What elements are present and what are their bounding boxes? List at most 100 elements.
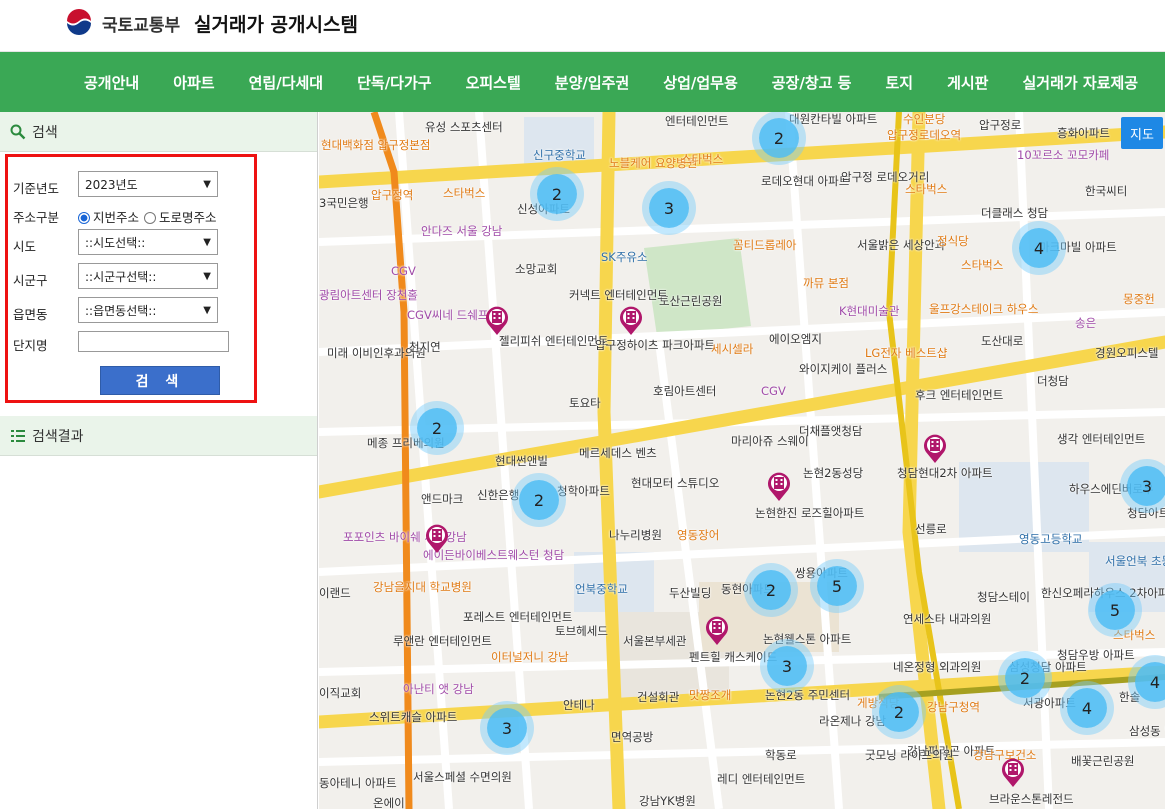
radio-selected-icon[interactable] xyxy=(78,212,90,224)
poi-label: 엔터테인먼트 xyxy=(665,114,729,128)
poi-label: 라온제나 강남 xyxy=(819,714,887,728)
sigungu-select[interactable]: ::시군구선택:: ▼ xyxy=(78,263,218,289)
cluster-marker[interactable]: 2 xyxy=(417,408,457,448)
nav-item-factory[interactable]: 공장/창고 등 xyxy=(772,72,852,93)
poi-label: 이랜드 xyxy=(319,586,351,600)
nav-item-info[interactable]: 공개안내 xyxy=(84,72,139,93)
list-icon xyxy=(11,429,25,442)
apartment-marker-icon[interactable] xyxy=(767,472,791,502)
nav-item-data[interactable]: 실거래가 자료제공 xyxy=(1022,72,1138,93)
dong-label: 읍면동 xyxy=(13,307,48,322)
poi-label: 스타벅스 xyxy=(443,186,486,200)
poi-label: LG전자 베스트샵 xyxy=(865,346,948,360)
poi-label: 송은 xyxy=(1075,316,1097,330)
poi-label: 굿모닝 라이프의원 xyxy=(865,748,954,762)
poi-label: 루앤란 엔터테인먼트 xyxy=(393,634,492,648)
chevron-down-icon: ▼ xyxy=(203,236,211,248)
poi-label: 펜트힐 캐스케이드 xyxy=(689,650,778,664)
apartment-marker-icon[interactable] xyxy=(705,616,729,646)
poi-label: 대원칸타빌 아파트 xyxy=(789,112,878,126)
cluster-marker[interactable]: 2 xyxy=(1005,658,1045,698)
poi-label: 영동장어 xyxy=(677,528,720,542)
poi-label: 논현웰스톤 아파트 xyxy=(763,632,852,646)
apartment-marker-icon[interactable] xyxy=(425,524,449,554)
poi-label: 연세스타 내과의원 xyxy=(903,612,992,626)
nav-item-board[interactable]: 게시판 xyxy=(947,72,988,93)
sigungu-label: 시군구 xyxy=(13,273,48,288)
government-emblem-icon[interactable] xyxy=(64,8,94,38)
apartment-marker-icon[interactable] xyxy=(485,306,509,336)
chevron-down-icon: ▼ xyxy=(203,304,211,316)
poi-label: 정식당 xyxy=(937,234,969,248)
apartment-marker-icon[interactable] xyxy=(619,306,643,336)
poi-label: 더채플앳청담 xyxy=(799,424,863,438)
poi-label: 청학아파트 xyxy=(557,484,610,498)
chevron-down-icon: ▼ xyxy=(203,270,211,282)
cluster-marker[interactable]: 2 xyxy=(519,480,559,520)
apartment-marker-icon[interactable] xyxy=(923,434,947,464)
nav-item-apartment[interactable]: 아파트 xyxy=(173,72,214,93)
poi-label: 마리아쥬 스웨이 xyxy=(731,434,809,448)
station-label: 압구정로데오역 xyxy=(887,128,962,142)
cluster-marker[interactable]: 3 xyxy=(487,708,527,748)
cluster-marker[interactable]: 3 xyxy=(767,646,807,686)
cluster-marker[interactable]: 5 xyxy=(817,566,857,606)
search-button[interactable]: 검 색 xyxy=(100,366,220,395)
sido-select[interactable]: ::시도선택:: ▼ xyxy=(78,229,218,255)
poi-label: 청담아트 xyxy=(1127,506,1165,520)
poi-label: 소망교회 xyxy=(515,262,558,276)
radio-icon[interactable] xyxy=(144,212,156,224)
poi-label: 와이지케이 플러스 xyxy=(799,362,888,376)
system-title[interactable]: 실거래가 공개시스템 xyxy=(194,10,358,37)
year-select[interactable]: 2023년도 ▼ xyxy=(78,171,218,197)
poi-label: K현대미술관 xyxy=(839,304,900,318)
ministry-name[interactable]: 국토교통부 xyxy=(102,11,180,36)
cluster-marker[interactable]: 3 xyxy=(649,188,689,228)
map-type-toggle[interactable]: 지도 xyxy=(1121,117,1163,149)
results-panel-title: 검색결과 xyxy=(32,428,84,445)
cluster-marker[interactable]: 4 xyxy=(1067,688,1107,728)
poi-label: 신한은행 xyxy=(477,488,520,502)
road-label: 선릉로 xyxy=(915,522,947,536)
dong-select[interactable]: ::읍면동선택:: ▼ xyxy=(78,297,218,323)
poi-label: 세시셀라 xyxy=(711,342,754,356)
sidebar: 검색 기준년도 2023년도 ▼ 주소구분 지번주소 도로명주소 시도 ::시도… xyxy=(0,112,318,809)
nav-item-presale[interactable]: 분양/입주권 xyxy=(555,72,629,93)
search-panel-title: 검색 xyxy=(32,124,58,141)
apartment-marker-icon[interactable] xyxy=(1001,758,1025,788)
poi-label: 논현2동성당 xyxy=(803,466,864,480)
poi-label: SK주유소 xyxy=(601,250,648,264)
poi-label: 메르세데스 벤츠 xyxy=(579,446,657,460)
poi-label: 안다즈 서울 강남 xyxy=(421,224,503,238)
nav-item-detached[interactable]: 단독/다가구 xyxy=(357,72,431,93)
year-value: 2023년도 xyxy=(85,177,138,192)
cluster-marker[interactable]: 2 xyxy=(879,692,919,732)
poi-label: 10꼬르소 꼬모카페 xyxy=(1017,148,1110,162)
cluster-marker[interactable]: 2 xyxy=(759,118,799,158)
sido-label: 시도 xyxy=(13,239,37,254)
cluster-marker[interactable]: 5 xyxy=(1095,590,1135,630)
poi-label: 천지연 xyxy=(409,340,441,354)
danji-input[interactable] xyxy=(78,331,229,352)
cluster-marker[interactable]: 2 xyxy=(537,174,577,214)
cluster-marker[interactable]: 2 xyxy=(751,570,791,610)
road-label: 학동로 xyxy=(765,748,797,762)
nav-item-officetel[interactable]: 오피스텔 xyxy=(466,72,521,93)
poi-label: 스위트캐슬 아파트 xyxy=(369,710,458,724)
poi-label: 에이오엠지 xyxy=(769,332,822,346)
poi-label: 안테나 xyxy=(563,698,595,712)
nav-item-commercial[interactable]: 상업/업무용 xyxy=(663,72,737,93)
cluster-marker[interactable]: 4 xyxy=(1019,228,1059,268)
addr-type-jibun[interactable]: 지번주소 xyxy=(78,207,139,226)
cluster-marker[interactable]: 3 xyxy=(1127,466,1165,506)
nav-item-land[interactable]: 토지 xyxy=(885,72,913,93)
poi-label: 청담현대2차 아파트 xyxy=(897,466,993,480)
nav-item-rowhouse[interactable]: 연립/다세대 xyxy=(249,72,323,93)
addr-type-road[interactable]: 도로명주소 xyxy=(144,207,217,226)
map-view[interactable]: 유성 스포츠센터 신구중학교 노블케어 요양병원 스타벅스 엔터테인먼트 대원칸… xyxy=(319,112,1165,809)
poi-label: 강남을지대 학교병원 xyxy=(373,580,472,594)
poi-label: 생각 엔터테인먼트 xyxy=(1057,432,1146,446)
poi-label: 청담스테이 xyxy=(977,590,1030,604)
poi-label: 스타벅스 xyxy=(961,258,1004,272)
poi-label: 흥화아파트 xyxy=(1057,126,1110,140)
